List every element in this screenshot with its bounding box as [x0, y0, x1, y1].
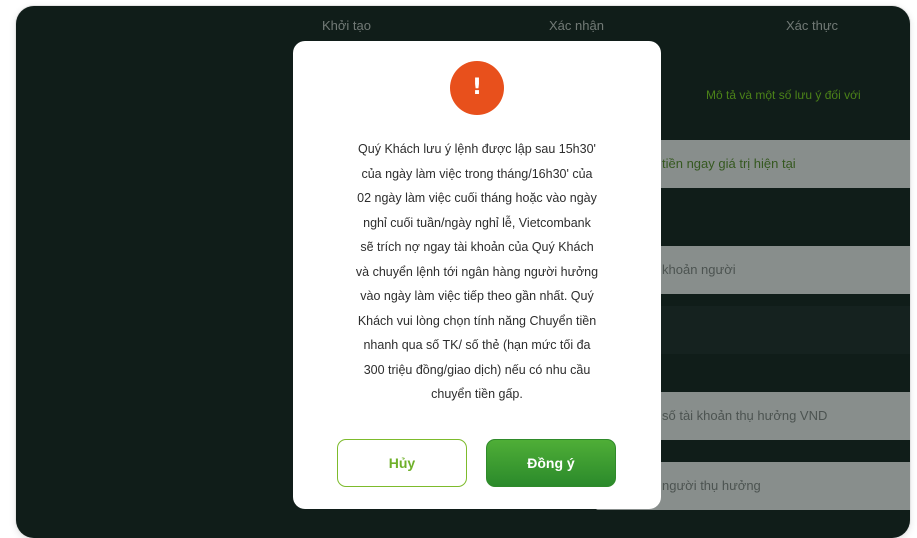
message-line: Khách vui lòng chọn tính năng Chuyển tiề… [357, 313, 597, 328]
app-window: Khởi tạo Xác nhận Xác thực Mô tả và một … [16, 6, 910, 538]
message-line: 02 ngày làm việc cuối tháng hoặc vào ngà… [357, 191, 597, 205]
message-line: nhanh qua số TK/ số thẻ (hạn mức tối đa [363, 338, 591, 352]
message-line: của ngày làm việc trong tháng/16h30' của [361, 166, 593, 181]
message-line: 300 triệu đồng/giao dịch) nếu có nhu cầu [363, 362, 591, 377]
message-line: sẽ trích nợ ngay tài khoản của Quý Khách [360, 240, 594, 254]
confirm-button[interactable]: Đồng ý [486, 439, 616, 487]
message-line: và chuyển lệnh tới ngân hàng người hưởng [355, 264, 599, 279]
message-line: vào ngày làm việc tiếp theo gần nhất. Qu… [360, 289, 594, 303]
message-line: Quý Khách lưu ý lệnh được lập sau 15h30' [358, 142, 596, 156]
exclamation-icon: ! [450, 61, 504, 115]
dialog-message: Quý Khách lưu ý lệnh được lập sau 15h30'… [319, 137, 635, 407]
cancel-button[interactable]: Hủy [337, 439, 467, 487]
message-line: chuyển tiền gấp. [431, 387, 523, 401]
warning-dialog: ! Quý Khách lưu ý lệnh được lập sau 15h3… [293, 41, 661, 509]
message-line: nghỉ cuối tuần/ngày nghỉ lễ, Vietcombank [363, 215, 591, 230]
